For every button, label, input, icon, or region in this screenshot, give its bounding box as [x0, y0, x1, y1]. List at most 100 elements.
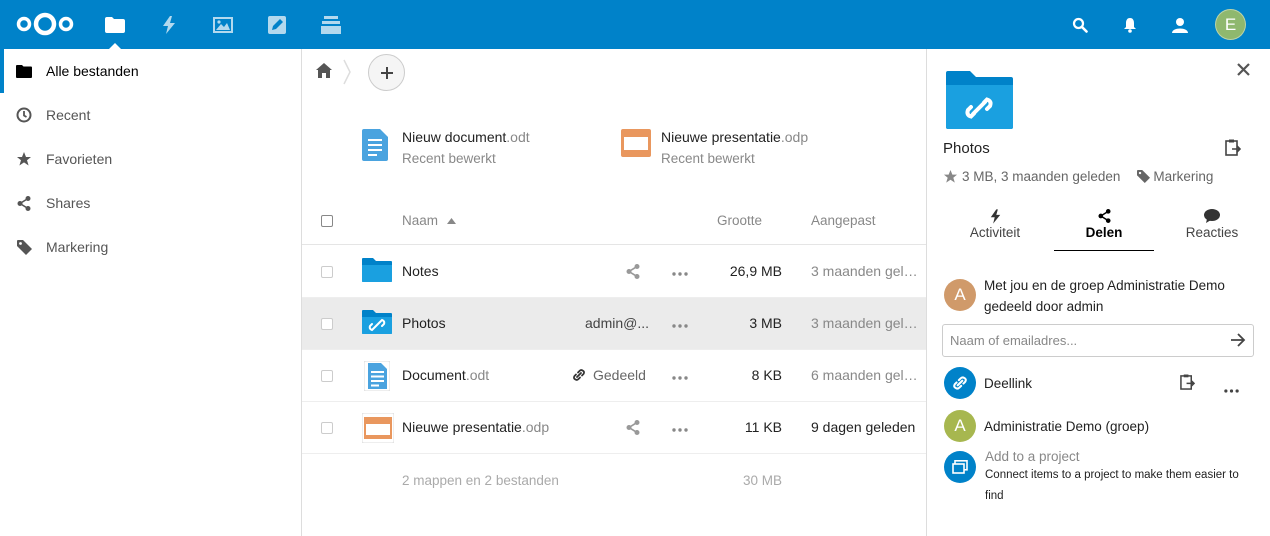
file-name[interactable]: Photos — [402, 315, 446, 331]
shared-folder-icon — [946, 71, 1013, 132]
share-with-input[interactable]: Naam of emailadres... — [942, 324, 1254, 357]
tab-sharing[interactable]: Delen — [1054, 207, 1154, 251]
share-icon[interactable] — [626, 264, 640, 279]
user-avatar-letter: E — [1224, 14, 1237, 34]
contacts-icon[interactable] — [1158, 0, 1202, 49]
file-name[interactable]: Document.odt — [402, 367, 489, 383]
file-modified: 3 maanden geleden — [811, 315, 923, 331]
details-sidebar: Photos 3 MB, 3 maanden geleden Markering… — [926, 49, 1270, 536]
shared-by-label[interactable]: admin@... — [585, 315, 649, 331]
tab-label: Reacties — [1185, 225, 1239, 240]
select-all-checkbox[interactable] — [321, 215, 333, 227]
share-icon[interactable] — [626, 420, 640, 435]
recent-file-subtitle: Recent bewerkt — [402, 151, 496, 166]
more-actions-icon[interactable] — [1224, 380, 1239, 396]
shared-link-status[interactable]: Gedeeld — [572, 367, 646, 383]
document-icon — [363, 360, 391, 394]
new-file-button[interactable] — [368, 54, 405, 91]
share-link-label: Deellink — [984, 375, 1033, 391]
tab-comments[interactable]: Reacties — [1162, 207, 1262, 251]
sidebar-item-shares[interactable]: Shares — [0, 181, 301, 225]
breadcrumb-home-icon[interactable] — [316, 63, 332, 81]
deck-app-icon[interactable] — [304, 0, 358, 49]
recent-file-ext: .odt — [506, 129, 530, 145]
link-icon — [944, 367, 976, 399]
avatar: A — [944, 279, 976, 311]
activity-app-icon[interactable] — [142, 0, 196, 49]
tags-button[interactable]: Markering — [1153, 169, 1213, 184]
share-input-placeholder: Naam of emailadres... — [950, 333, 1078, 348]
file-name[interactable]: Notes — [402, 263, 439, 279]
project-description: Connect items to a project to make them … — [985, 469, 1239, 502]
tab-activity[interactable]: Activiteit — [945, 207, 1045, 251]
file-basename: Photos — [402, 315, 446, 331]
file-modified: 6 maanden geleden — [811, 367, 923, 383]
copy-link-icon[interactable] — [1180, 374, 1196, 393]
project-icon — [944, 451, 976, 483]
file-name[interactable]: Nieuwe presentatie.odp — [402, 419, 549, 435]
add-to-project[interactable]: Add to a project Connect items to a proj… — [944, 449, 1255, 507]
file-modified: 9 dagen geleden — [811, 419, 916, 435]
recent-file-card[interactable]: Nieuw document.odt Recent bewerkt — [362, 129, 530, 171]
tab-label: Activiteit — [969, 225, 1021, 240]
row-checkbox[interactable] — [321, 370, 333, 382]
sidebar-item-label: Recent — [46, 107, 91, 123]
file-extension: .odt — [465, 367, 490, 383]
file-table-header: Naam Grootte Aangepast — [302, 197, 926, 245]
sort-by-name-header[interactable]: Naam — [402, 213, 457, 228]
details-meta-text: 3 MB, 3 maanden geleden — [962, 169, 1121, 184]
gallery-app-icon[interactable] — [196, 0, 250, 49]
notifications-bell-icon[interactable] — [1108, 0, 1152, 49]
row-checkbox[interactable] — [321, 266, 333, 278]
table-row[interactable]: Nieuwe presentatie.odp 11 KB 9 dagen gel… — [302, 402, 926, 454]
arrow-right-icon[interactable] — [1230, 333, 1246, 347]
sidebar-item-recent[interactable]: Recent — [0, 93, 301, 137]
shared-by-text: admin@... — [585, 315, 650, 331]
search-icon[interactable] — [1058, 0, 1102, 49]
breadcrumb-separator-icon — [342, 59, 352, 88]
sidebar-item-all-files[interactable]: Alle bestanden — [0, 49, 301, 93]
activity-icon — [945, 207, 1045, 225]
share-link-entry: Deellink — [944, 367, 1032, 399]
details-title: Photos — [943, 140, 990, 157]
top-header: E — [0, 0, 1270, 49]
table-row[interactable]: Document.odt Gedeeld 8 KB 6 maanden gele… — [302, 350, 926, 402]
sort-by-size-header[interactable]: Grootte — [717, 213, 762, 228]
row-checkbox[interactable] — [321, 318, 333, 330]
recent-file-name: Nieuw document.odt — [402, 129, 530, 146]
comment-icon — [1162, 207, 1262, 225]
table-row[interactable]: Notes 26,9 MB 3 maanden geleden — [302, 246, 926, 298]
recent-file-basename: Nieuw document — [402, 129, 507, 145]
user-avatar[interactable]: E — [1215, 9, 1246, 40]
table-row[interactable]: Photos admin@... 3 MB 3 maanden geleden — [302, 298, 926, 350]
notes-app-icon[interactable] — [250, 0, 304, 49]
sidebar-item-label: Alle bestanden — [46, 63, 139, 79]
row-checkbox[interactable] — [321, 422, 333, 434]
files-app-icon[interactable] — [88, 0, 142, 49]
file-basename: Document — [402, 367, 466, 383]
file-count-summary: 2 mappen en 2 bestanden — [402, 473, 559, 488]
recent-file-subtitle: Recent bewerkt — [661, 151, 755, 166]
sidebar-item-favorites[interactable]: Favorieten — [0, 137, 301, 181]
folder-icon — [362, 258, 392, 285]
nextcloud-logo[interactable] — [14, 10, 76, 38]
presentation-icon — [361, 412, 395, 446]
plus-icon — [380, 66, 393, 79]
recent-file-basename: Nieuwe presentatie — [661, 129, 781, 145]
details-meta: 3 MB, 3 maanden geleden Markering — [943, 169, 1213, 184]
recent-file-name: Nieuwe presentatie.odp — [661, 129, 808, 146]
tab-label: Delen — [1085, 225, 1123, 240]
file-size: 3 MB — [749, 315, 782, 331]
clock-icon — [0, 107, 46, 123]
sidebar-item-tags[interactable]: Markering — [0, 225, 301, 269]
close-icon[interactable] — [1237, 63, 1250, 79]
star-icon[interactable] — [943, 169, 958, 184]
sort-by-modified-header[interactable]: Aangepast — [811, 213, 876, 228]
sidebar-item-label: Favorieten — [46, 151, 113, 167]
copy-link-icon[interactable] — [1225, 139, 1242, 159]
total-size-summary: 30 MB — [742, 473, 782, 488]
avatar: A — [944, 410, 976, 442]
file-size: 8 KB — [751, 367, 782, 383]
share-icon — [0, 195, 46, 211]
recent-file-card[interactable]: Nieuwe presentatie.odp Recent bewerkt — [621, 129, 808, 171]
